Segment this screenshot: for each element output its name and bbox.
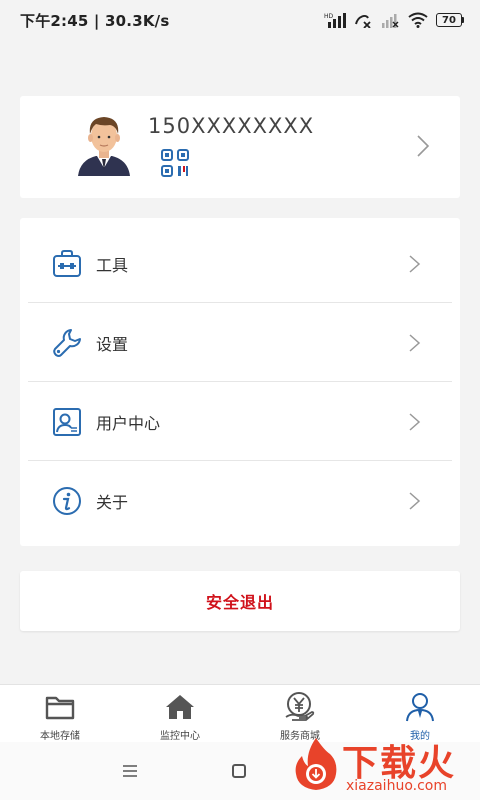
yen-shop-icon xyxy=(285,692,315,721)
chevron-right-icon xyxy=(417,135,430,157)
watermark: 下载火 xiazaihuo.com xyxy=(286,726,480,800)
profile-phone: 150XXXXXXXX xyxy=(148,114,315,138)
logout-label: 安全退出 xyxy=(205,593,274,612)
menu-item-settings[interactable]: 设置 xyxy=(20,303,460,382)
battery-icon: 70 xyxy=(436,13,464,27)
status-time: 下午2:45 | 30.3K/s xyxy=(20,11,170,30)
qr-code-icon[interactable] xyxy=(160,148,190,178)
no-signal-icon xyxy=(382,14,399,28)
menu-icon[interactable] xyxy=(122,764,138,778)
menu-label-tools: 工具 xyxy=(96,255,129,275)
chevron-right-icon xyxy=(409,412,421,431)
status-icons: HD 70 xyxy=(324,12,464,28)
watermark-url: xiazaihuo.com xyxy=(346,778,447,794)
battery-level: 70 xyxy=(436,13,462,27)
svg-text:HD: HD xyxy=(324,13,334,20)
tab-label: 本地存储 xyxy=(40,731,80,742)
flame-logo-icon xyxy=(295,738,337,790)
hd-signal-icon: HD xyxy=(324,13,346,28)
info-icon xyxy=(53,486,81,515)
toolbox-icon xyxy=(53,249,81,277)
status-bar: 下午2:45 | 30.3K/s HD 70 xyxy=(0,0,480,40)
menu-card: 工具 设置 用户中心 关于 xyxy=(20,218,460,546)
tab-local-storage[interactable]: 本地存储 xyxy=(0,685,120,742)
logout-button[interactable]: 安全退出 xyxy=(20,571,460,631)
tab-label: 监控中心 xyxy=(160,731,200,742)
home-button-icon[interactable] xyxy=(232,764,246,778)
tab-monitor-center[interactable]: 监控中心 xyxy=(120,685,240,742)
folder-icon xyxy=(45,696,75,720)
chevron-right-icon xyxy=(409,491,421,510)
menu-item-tools[interactable]: 工具 xyxy=(20,224,460,303)
chevron-right-icon xyxy=(409,333,421,352)
menu-item-user-center[interactable]: 用户中心 xyxy=(20,382,460,461)
menu-label-about: 关于 xyxy=(96,492,129,512)
home-icon xyxy=(166,695,194,719)
profile-card[interactable]: 150XXXXXXXX xyxy=(20,96,460,198)
menu-item-about[interactable]: 关于 xyxy=(20,461,460,540)
avatar xyxy=(78,117,130,176)
user-card-icon xyxy=(53,407,81,436)
menu-label-settings: 设置 xyxy=(96,334,129,354)
chevron-right-icon xyxy=(409,254,421,273)
wifi-icon xyxy=(408,12,428,28)
missed-call-icon xyxy=(355,15,371,28)
person-icon xyxy=(406,693,434,722)
menu-label-user-center: 用户中心 xyxy=(96,413,161,433)
wrench-icon xyxy=(53,328,81,357)
